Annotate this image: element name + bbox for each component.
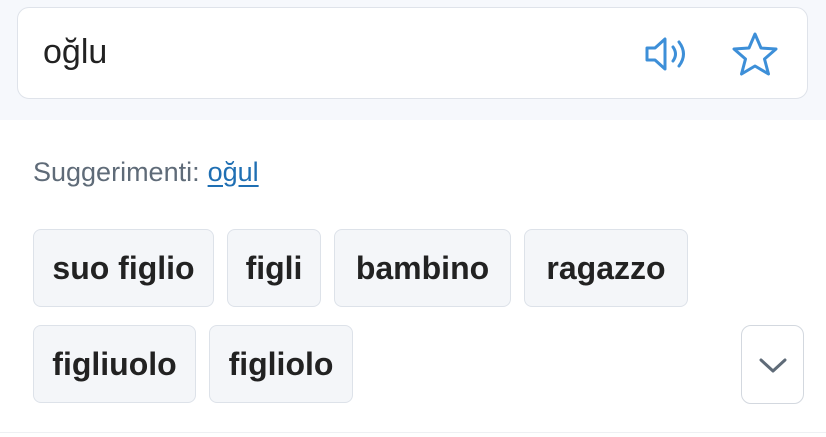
chevron-down-icon bbox=[759, 358, 786, 372]
suggestion-link[interactable]: oğul bbox=[208, 157, 259, 187]
suggestions-label: Suggerimenti: bbox=[33, 157, 200, 187]
translation-chip[interactable]: ragazzo bbox=[524, 229, 688, 307]
translation-chip[interactable]: bambino bbox=[334, 229, 511, 307]
star-icon bbox=[732, 32, 778, 76]
expand-button[interactable] bbox=[741, 325, 804, 404]
translation-chip[interactable]: suo figlio bbox=[33, 229, 214, 307]
speaker-button[interactable] bbox=[642, 28, 694, 80]
favorite-button[interactable] bbox=[729, 28, 781, 80]
translation-chip[interactable]: figliuolo bbox=[33, 325, 196, 403]
suggestions-row: Suggerimenti: oğul bbox=[33, 153, 259, 191]
translation-chip[interactable]: figliolo bbox=[209, 325, 353, 403]
search-header: oğlu bbox=[0, 0, 826, 120]
translation-chip[interactable]: figli bbox=[227, 229, 321, 307]
speaker-icon bbox=[645, 37, 685, 71]
divider bbox=[0, 432, 826, 433]
search-query[interactable]: oğlu bbox=[43, 30, 107, 74]
search-box[interactable]: oğlu bbox=[17, 7, 808, 99]
